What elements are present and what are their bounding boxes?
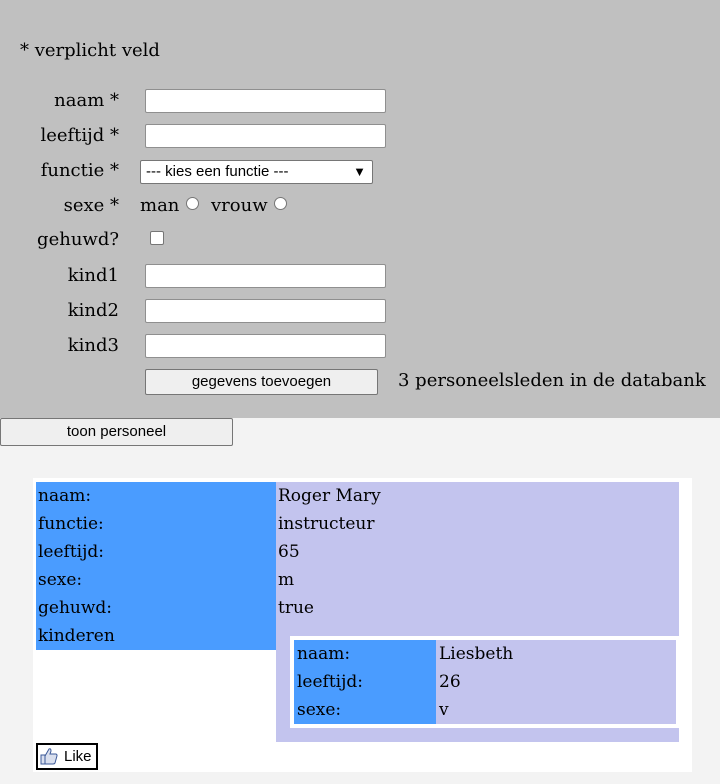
employee-key-kinderen: kinderen — [38, 626, 115, 646]
employee-count-status: 3 personeelsleden in de databank — [398, 370, 706, 391]
sexe-man-label: man — [140, 195, 180, 216]
kind3-label: kind3 — [67, 335, 119, 356]
child-value-leeftijd: 26 — [439, 672, 461, 692]
employee-key-functie: functie: — [38, 514, 104, 534]
show-employees-button[interactable]: toon personeel — [0, 418, 233, 446]
functie-select[interactable]: --- kies een functie --- ▼ — [140, 160, 373, 184]
naam-label: naam * — [54, 90, 119, 111]
gehuwd-label: gehuwd? — [37, 229, 119, 250]
employee-key-leeftijd: leeftijd: — [38, 542, 104, 562]
child-key-sexe: sexe: — [297, 700, 342, 720]
sexe-vrouw-label: vrouw — [211, 195, 268, 216]
functie-selected-value: --- kies een functie --- — [146, 163, 289, 180]
naam-input[interactable] — [145, 89, 386, 113]
child-key-naam: naam: — [297, 644, 351, 664]
employee-value-functie: instructeur — [278, 514, 375, 534]
sexe-man-radio[interactable] — [186, 197, 199, 210]
leeftijd-label: leeftijd * — [40, 125, 119, 146]
like-button[interactable]: Like — [36, 743, 98, 770]
kind2-input[interactable] — [145, 299, 386, 323]
sexe-vrouw-radio[interactable] — [274, 197, 287, 210]
kind1-input[interactable] — [145, 264, 386, 288]
kind2-label: kind2 — [67, 300, 119, 321]
add-employee-button[interactable]: gegevens toevoegen — [145, 369, 378, 395]
chevron-down-icon: ▼ — [353, 164, 366, 179]
gehuwd-checkbox[interactable] — [150, 231, 164, 245]
child-value-sexe: v — [439, 700, 449, 720]
leeftijd-input[interactable] — [145, 124, 386, 148]
sexe-label: sexe * — [63, 195, 119, 216]
required-field-note: * verplicht veld — [20, 40, 160, 61]
employee-key-gehuwd: gehuwd: — [38, 598, 113, 618]
employee-key-sexe: sexe: — [38, 570, 83, 590]
child-key-leeftijd: leeftijd: — [297, 672, 363, 692]
kind1-label: kind1 — [67, 265, 119, 286]
kind3-input[interactable] — [145, 334, 386, 358]
child-value-naam: Liesbeth — [439, 644, 514, 664]
employee-value-sexe: m — [278, 570, 295, 590]
employee-key-naam: naam: — [38, 486, 92, 506]
employee-value-naam: Roger Mary — [278, 486, 381, 506]
employee-value-leeftijd: 65 — [278, 542, 300, 562]
employee-form: * verplicht veld naam * leeftijd * funct… — [0, 0, 720, 418]
thumbs-up-icon — [40, 748, 58, 765]
employee-value-gehuwd: true — [278, 598, 314, 618]
functie-label: functie * — [40, 160, 119, 181]
like-label: Like — [64, 748, 92, 765]
